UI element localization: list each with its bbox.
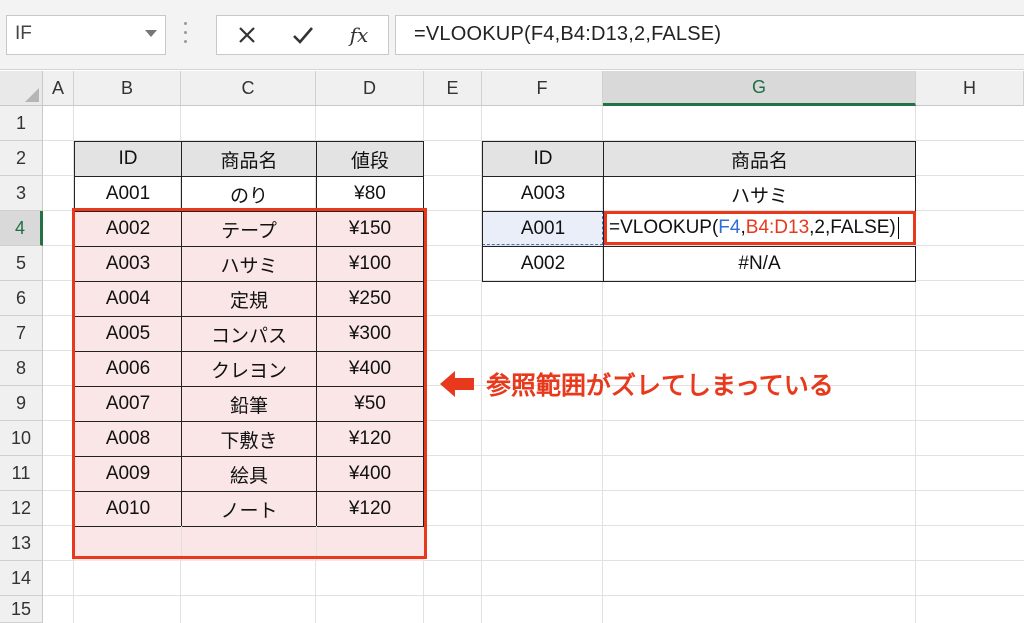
table-cell[interactable]: A003 (482, 176, 604, 212)
row-header-6[interactable]: 6 (0, 281, 43, 316)
text-cursor (897, 217, 899, 239)
chevron-down-icon[interactable] (145, 30, 157, 37)
cancel-button[interactable] (219, 16, 275, 54)
table-header-cell[interactable]: 商品名 (603, 141, 916, 177)
row-header-9[interactable]: 9 (0, 386, 43, 421)
formula-input[interactable]: =VLOOKUP(F4,B4:D13,2,FALSE) (395, 15, 1024, 55)
drag-handle-icon[interactable] (184, 22, 188, 48)
formula-text: =VLOOKUP(F4,B4:D13,2,FALSE) (414, 23, 722, 45)
column-header-c[interactable]: C (181, 71, 316, 106)
close-icon (239, 27, 255, 43)
row-header-12[interactable]: 12 (0, 491, 43, 526)
row-header-11[interactable]: 11 (0, 456, 43, 491)
row-header-10[interactable]: 10 (0, 421, 43, 456)
formula-bar-area: IF fx =VLOOKUP(F4,B4:D13,2,FALSE) (0, 0, 1024, 70)
column-header-f[interactable]: F (482, 71, 603, 106)
row-header-14[interactable]: 14 (0, 561, 43, 596)
row-header-8[interactable]: 8 (0, 351, 43, 386)
table-cell[interactable]: #N/A (603, 246, 916, 282)
table-header-cell[interactable]: ID (482, 141, 604, 177)
formula-ref-f4: F4 (718, 217, 741, 238)
table-cell[interactable]: ハサミ (603, 176, 916, 212)
table-cell[interactable]: A001 (74, 176, 182, 212)
row-header-3[interactable]: 3 (0, 176, 43, 211)
row-header-7[interactable]: 7 (0, 316, 43, 351)
name-box-value: IF (15, 23, 32, 44)
gridline (43, 595, 1024, 596)
annotation: 参照範囲がズレてしまっている (440, 366, 834, 402)
enter-button[interactable] (275, 16, 331, 54)
column-header-g[interactable]: G (603, 71, 916, 106)
select-all-button[interactable] (0, 71, 43, 106)
column-header-h[interactable]: H (916, 71, 1024, 106)
reference-range-highlight (72, 208, 427, 559)
name-box[interactable]: IF (6, 15, 166, 55)
active-cell-editor[interactable]: =VLOOKUP(F4, B4:D13,2,FALSE) (604, 211, 916, 245)
check-icon (293, 27, 313, 44)
formula-part: ,2,FALSE) (809, 217, 896, 238)
row-header-15[interactable]: 15 (0, 596, 43, 623)
formula-ref-range: B4:D13 (745, 217, 810, 238)
column-header-e[interactable]: E (424, 71, 482, 106)
row-header-2[interactable]: 2 (0, 141, 43, 176)
row-header-5[interactable]: 5 (0, 246, 43, 281)
table-cell[interactable]: ¥80 (316, 176, 424, 212)
row-header-13[interactable]: 13 (0, 526, 43, 561)
formula-part: =VLOOKUP( (609, 217, 719, 238)
spreadsheet-grid: A B C D E F G H 1 2 3 4 5 6 7 8 9 10 11 … (0, 71, 1024, 623)
table-cell[interactable]: A002 (482, 246, 604, 282)
column-header-b[interactable]: B (74, 71, 181, 106)
annotation-text: 参照範囲がズレてしまっている (486, 371, 834, 400)
row-header-4[interactable]: 4 (0, 211, 43, 246)
table-header-cell[interactable]: 値段 (316, 141, 424, 177)
table-header-cell[interactable]: ID (74, 141, 182, 177)
fx-icon: fx (349, 23, 369, 47)
column-header-a[interactable]: A (43, 71, 74, 106)
row-header-1[interactable]: 1 (0, 106, 43, 141)
table-header-cell[interactable]: 商品名 (181, 141, 317, 177)
insert-function-button[interactable]: fx (331, 16, 387, 54)
arrow-left-icon (440, 371, 474, 397)
formula-buttons: fx (216, 15, 389, 55)
table-cell[interactable]: A001 (482, 211, 604, 247)
column-header-d[interactable]: D (316, 71, 424, 106)
table-cell[interactable]: のり (181, 176, 317, 212)
